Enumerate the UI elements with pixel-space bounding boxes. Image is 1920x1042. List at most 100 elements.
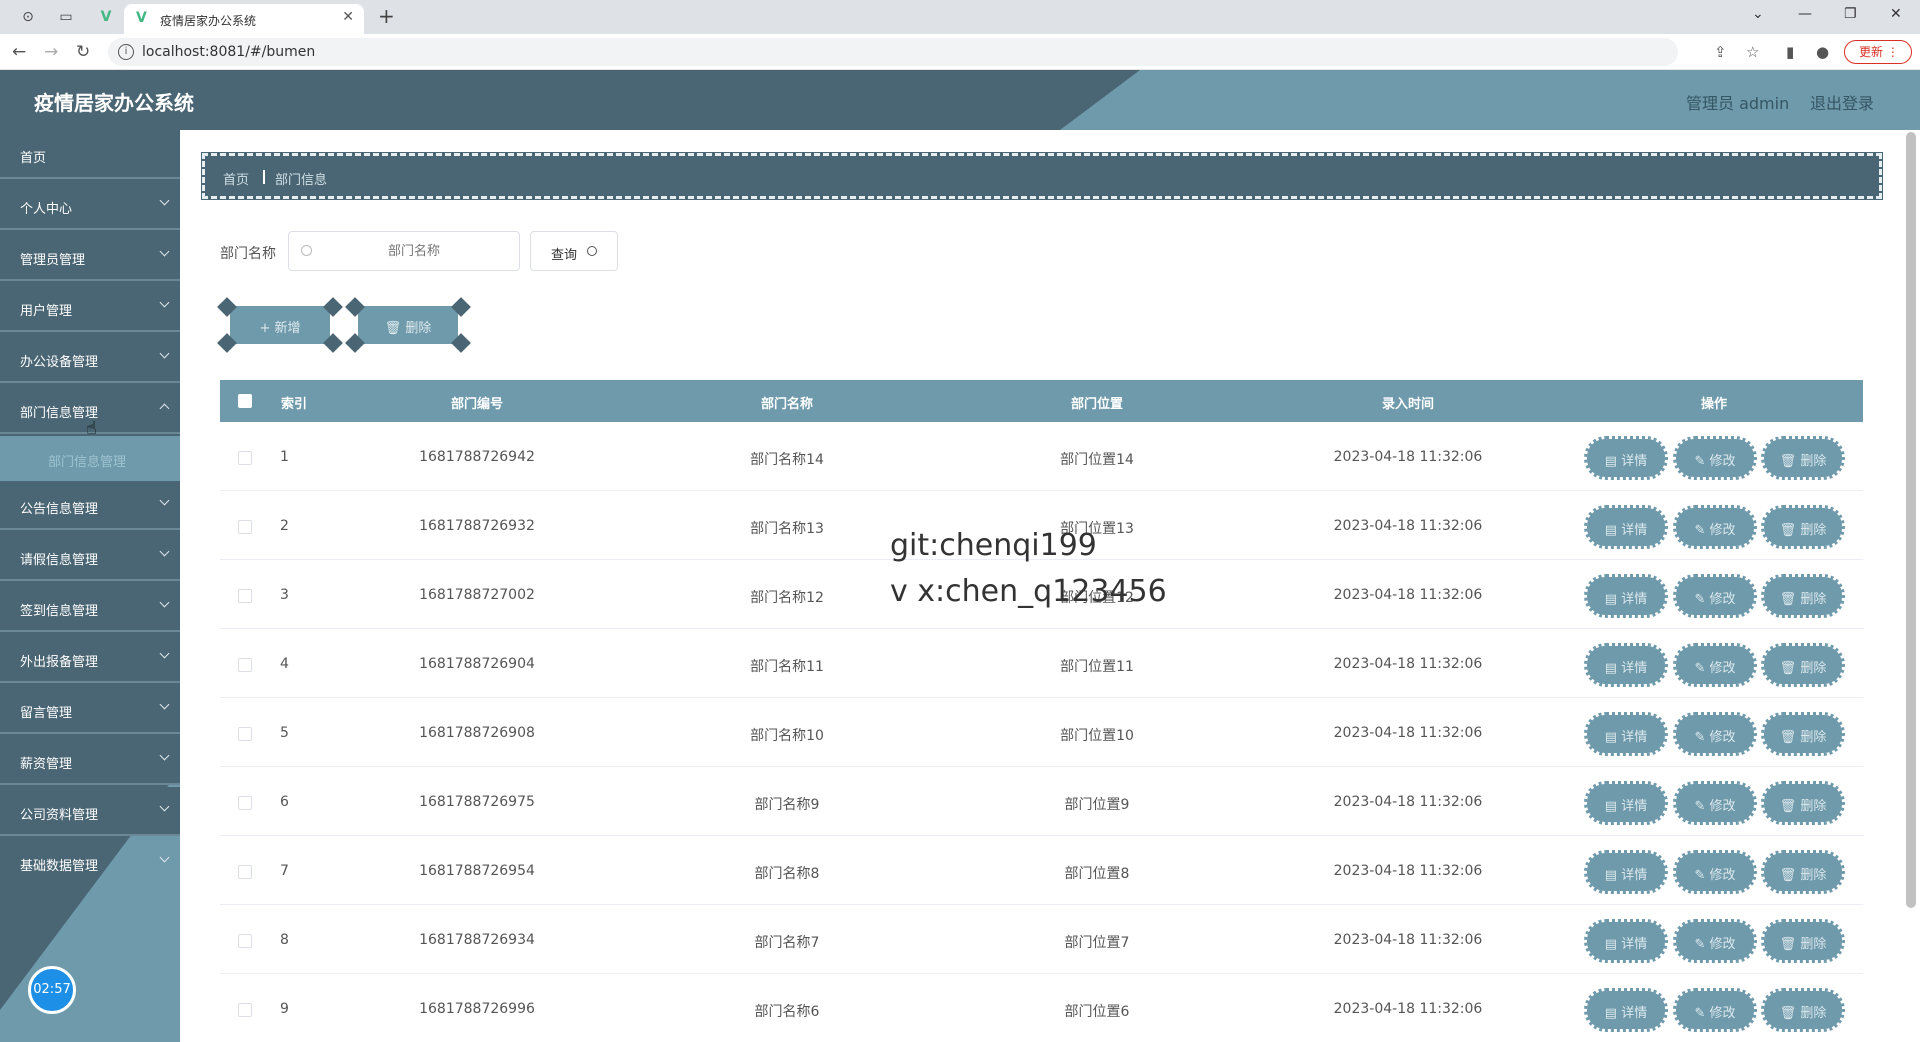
detail-button[interactable]: ▤ 详情: [1584, 643, 1668, 687]
browser-menu-icon[interactable]: ⊙: [18, 7, 38, 27]
batch-delete-button[interactable]: 🗑 删除: [345, 297, 471, 353]
row-delete-button-label: 删除: [1800, 523, 1827, 538]
sidebar-item-label: 请假信息管理: [20, 553, 99, 568]
detail-button-label: 详情: [1621, 799, 1648, 814]
sidebar-item-company-docs[interactable]: 公司资料管理: [0, 787, 180, 836]
sidebar-item-leave[interactable]: 请假信息管理: [0, 532, 180, 581]
address-bar[interactable]: i localhost:8081/#/bumen: [108, 38, 1678, 66]
sidebar-item-equipment[interactable]: 办公设备管理: [0, 334, 180, 383]
edit-button[interactable]: ✎ 修改: [1673, 712, 1757, 756]
row-checkbox[interactable]: [238, 658, 252, 672]
detail-button[interactable]: ▤ 详情: [1584, 712, 1668, 756]
row-delete-button[interactable]: 🗑 删除: [1761, 574, 1845, 618]
trash-icon: 🗑: [1779, 661, 1797, 676]
forward-icon[interactable]: →: [44, 42, 58, 62]
update-button[interactable]: 更新 ⋮: [1844, 40, 1912, 64]
add-button[interactable]: + 新增: [217, 297, 343, 353]
row-delete-button[interactable]: 🗑 删除: [1761, 919, 1845, 963]
reload-icon[interactable]: ↻: [76, 42, 90, 62]
header-ops: 操作: [1700, 397, 1728, 412]
detail-button[interactable]: ▤ 详情: [1584, 988, 1668, 1032]
sidebar-item-users[interactable]: 用户管理: [0, 283, 180, 332]
row-delete-button[interactable]: 🗑 删除: [1761, 850, 1845, 894]
row-checkbox[interactable]: [238, 589, 252, 603]
pencil-icon: ✎: [1694, 937, 1706, 952]
pencil-icon: ✎: [1694, 1006, 1706, 1021]
row-delete-button[interactable]: 🗑 删除: [1761, 781, 1845, 825]
cell-code: 1681788726904: [419, 656, 535, 672]
close-window-icon[interactable]: ✕: [1890, 6, 1902, 22]
row-checkbox[interactable]: [238, 451, 252, 465]
browser-toolbar: ← → ↻ i localhost:8081/#/bumen ⇪ ☆ ▮ ● 更…: [0, 34, 1920, 70]
tab-search-icon[interactable]: ⌄: [1752, 6, 1764, 22]
minimize-icon[interactable]: —: [1798, 6, 1812, 22]
breadcrumb-home[interactable]: 首页: [223, 169, 249, 188]
edit-button[interactable]: ✎ 修改: [1673, 850, 1757, 894]
header-name: 部门名称: [760, 397, 814, 412]
new-tab-icon[interactable]: +: [378, 4, 395, 28]
sidebar-item-base-data[interactable]: 基础数据管理: [0, 838, 180, 887]
sidebar-item-outing[interactable]: 外出报备管理: [0, 634, 180, 683]
bookmark-star-icon[interactable]: ☆: [1746, 43, 1759, 61]
share-icon[interactable]: ⇪: [1714, 43, 1727, 61]
edit-button[interactable]: ✎ 修改: [1673, 643, 1757, 687]
corner-decoration: [217, 333, 237, 353]
sidebar-item-profile[interactable]: 个人中心: [0, 181, 180, 230]
row-checkbox[interactable]: [238, 865, 252, 879]
row-checkbox[interactable]: [238, 1003, 252, 1017]
detail-button[interactable]: ▤ 详情: [1584, 574, 1668, 618]
sidebar-item-announcements[interactable]: 公告信息管理: [0, 481, 180, 530]
trash-icon: 🗑: [1779, 937, 1797, 952]
sidebar-item-checkin[interactable]: 签到信息管理: [0, 583, 180, 632]
search-input[interactable]: [319, 240, 509, 262]
edit-button[interactable]: ✎ 修改: [1673, 505, 1757, 549]
detail-button[interactable]: ▤ 详情: [1584, 505, 1668, 549]
tab-close-icon[interactable]: ✕: [342, 9, 354, 25]
restore-icon[interactable]: ❐: [1844, 6, 1857, 22]
row-delete-button[interactable]: 🗑 删除: [1761, 505, 1845, 549]
detail-button[interactable]: ▤ 详情: [1584, 436, 1668, 480]
detail-button[interactable]: ▤ 详情: [1584, 850, 1668, 894]
vue-tab-icon[interactable]: V: [96, 7, 116, 27]
document-icon: ▤: [1604, 730, 1618, 745]
trash-icon: 🗑: [1779, 1006, 1797, 1021]
row-checkbox[interactable]: [238, 796, 252, 810]
edit-button[interactable]: ✎ 修改: [1673, 436, 1757, 480]
corner-decoration: [451, 333, 471, 353]
profile-icon[interactable]: ●: [1816, 43, 1829, 61]
sidebar-item-label: 用户管理: [20, 304, 73, 319]
row-delete-button[interactable]: 🗑 删除: [1761, 988, 1845, 1032]
browser-tab-active[interactable]: V 疫情居家办公系统 ✕: [124, 4, 364, 34]
select-all-checkbox[interactable]: [238, 394, 252, 408]
row-checkbox[interactable]: [238, 934, 252, 948]
search-field[interactable]: [288, 231, 520, 271]
back-icon[interactable]: ←: [12, 42, 26, 62]
search-button[interactable]: 查询: [530, 231, 618, 271]
sidebar-item-label: 签到信息管理: [20, 604, 99, 619]
cell-time: 2023-04-18 11:32:06: [1333, 725, 1483, 741]
edit-button[interactable]: ✎ 修改: [1673, 781, 1757, 825]
sidebar-item-home[interactable]: 首页: [0, 130, 180, 179]
pinned-tab-icon[interactable]: ▭: [56, 7, 76, 27]
edit-button[interactable]: ✎ 修改: [1673, 988, 1757, 1032]
sidebar-item-messages[interactable]: 留言管理: [0, 685, 180, 734]
row-delete-button[interactable]: 🗑 删除: [1761, 643, 1845, 687]
row-delete-button[interactable]: 🗑 删除: [1761, 712, 1845, 756]
cell-location: 部门位置10: [1060, 728, 1134, 744]
sidebar-item-admins[interactable]: 管理员管理: [0, 232, 180, 281]
row-checkbox[interactable]: [238, 520, 252, 534]
side-panel-icon[interactable]: ▮: [1786, 43, 1794, 61]
logout-link[interactable]: 退出登录: [1810, 90, 1874, 114]
detail-button[interactable]: ▤ 详情: [1584, 781, 1668, 825]
table-row: 4 1681788726904 部门名称11 部门位置11 2023-04-18 11:…: [220, 629, 1863, 698]
edit-button[interactable]: ✎ 修改: [1673, 574, 1757, 618]
sidebar-item-salary[interactable]: 薪资管理: [0, 736, 180, 785]
page-scrollbar[interactable]: [1906, 132, 1916, 908]
site-info-icon[interactable]: i: [118, 44, 134, 60]
row-checkbox[interactable]: [238, 727, 252, 741]
table-row: 5 1681788726908 部门名称10 部门位置10 2023-04-18 11:…: [220, 698, 1863, 767]
detail-button[interactable]: ▤ 详情: [1584, 919, 1668, 963]
row-delete-button[interactable]: 🗑 删除: [1761, 436, 1845, 480]
submenu-item-departments[interactable]: 部门信息管理: [0, 436, 180, 481]
edit-button[interactable]: ✎ 修改: [1673, 919, 1757, 963]
